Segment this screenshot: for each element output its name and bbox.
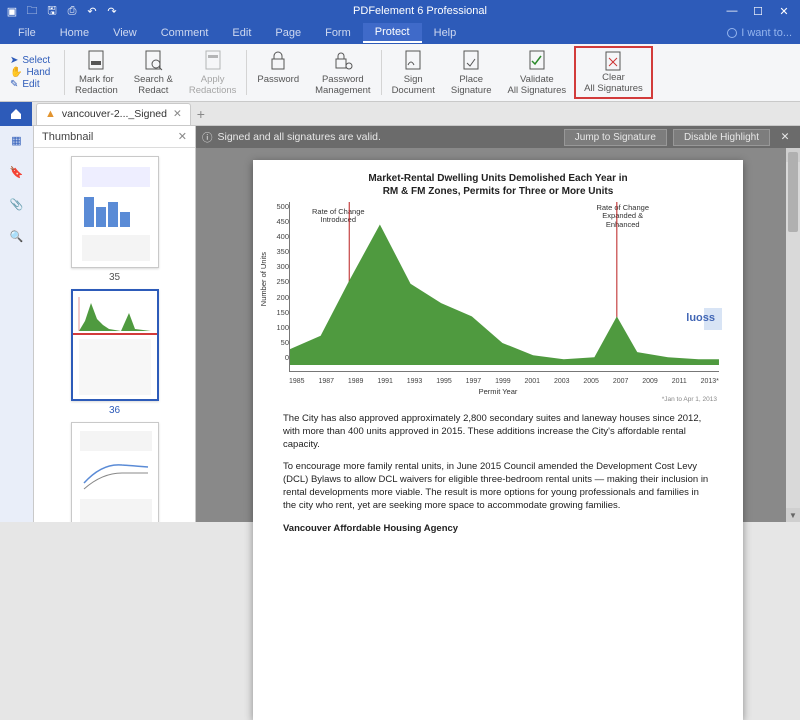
chart-title: Market-Rental Dwelling Units Demolished … [253, 172, 743, 198]
paragraph-2: To encourage more family rental units, i… [283, 461, 713, 512]
window-title: PDFelement 6 Professional [120, 5, 720, 17]
scroll-down-icon[interactable]: ▼ [786, 508, 800, 522]
document-area: ⓘ Signed and all signatures are valid. J… [196, 126, 800, 522]
document-search-icon [142, 49, 164, 73]
select-tool[interactable]: ➤Select [10, 55, 62, 66]
mark-redaction-button[interactable]: Mark forRedaction [67, 46, 126, 99]
chart-plot: Rate of Change Introduced Rate of Change… [289, 202, 719, 372]
side-rail: ▦ 🔖 📎 🔍 [0, 126, 34, 522]
x-axis-ticks: 1985198719891991199319951997199920012003… [253, 376, 743, 385]
undo-icon[interactable]: ↶ [84, 3, 100, 19]
thumbnail-35[interactable]: 35 [71, 156, 159, 283]
edit-tool[interactable]: ✎Edit [10, 79, 62, 90]
signature-status: Signed and all signatures are valid. [218, 131, 381, 143]
menu-form[interactable]: Form [313, 24, 363, 42]
menu-help[interactable]: Help [422, 24, 469, 42]
chart: Number of Units 500450400350300250200150… [253, 198, 743, 376]
document-tab-bar: ▲ vancouver-2..._Signed ✕ + [0, 102, 800, 126]
thumbnail-header: Thumbnail ✕ [34, 126, 195, 148]
chart-footnote: *Jan to Apr 1, 2013 [253, 396, 743, 403]
open-icon[interactable]: 🗀 [24, 3, 40, 19]
search-redact-button[interactable]: Search &Redact [126, 46, 181, 99]
hand-icon: ✋ [10, 67, 22, 78]
minimize-button[interactable]: — [720, 3, 744, 19]
title-bar: ▣ 🗀 🖫 ⎙ ↶ ↷ PDFelement 6 Professional — … [0, 0, 800, 22]
x-axis-label: Permit Year [253, 387, 743, 396]
signature-bar: ⓘ Signed and all signatures are valid. J… [196, 126, 800, 148]
vertical-scrollbar[interactable]: ▲ ▼ [786, 148, 800, 522]
search-bulb-icon [727, 28, 737, 38]
menu-view[interactable]: View [101, 24, 149, 42]
info-icon: ⓘ [202, 130, 213, 145]
menu-home[interactable]: Home [48, 24, 101, 42]
sigbar-close-icon[interactable]: ✕ [776, 131, 794, 143]
document-apply-icon [202, 49, 224, 73]
save-icon[interactable]: 🖫 [44, 3, 60, 19]
workspace: ▦ 🔖 📎 🔍 Thumbnail ✕ 35 36 37 [0, 126, 800, 522]
selection-group: ➤Select ✋Hand ✎Edit [4, 46, 62, 99]
menu-edit[interactable]: Edit [220, 24, 263, 42]
y-axis-label: Number of Units [259, 252, 268, 306]
clear-signatures-button[interactable]: ClearAll Signatures [574, 46, 653, 99]
thumbnail-list[interactable]: 35 36 37 [34, 148, 195, 522]
cursor-icon: ➤ [10, 55, 18, 66]
maximize-button[interactable]: ☐ [746, 3, 770, 19]
apply-redactions-button: ApplyRedactions [181, 46, 245, 99]
sign-document-button[interactable]: SignDocument [384, 46, 443, 99]
thumbnails-icon[interactable]: ▦ [9, 132, 25, 148]
clear-sig-icon [602, 50, 624, 71]
attachments-icon[interactable]: 📎 [9, 196, 25, 212]
section-heading: Vancouver Affordable Housing Agency [283, 523, 713, 536]
menu-page[interactable]: Page [263, 24, 313, 42]
close-button[interactable]: ✕ [772, 3, 796, 19]
document-icon [85, 49, 107, 73]
lock-gear-icon [332, 49, 354, 73]
place-signature-button[interactable]: PlaceSignature [443, 46, 500, 99]
menu-comment[interactable]: Comment [149, 24, 221, 42]
warning-icon: ▲ [45, 108, 56, 120]
place-sig-icon [460, 49, 482, 73]
y-axis-ticks: 500450400350300250200150100500 [267, 202, 289, 362]
thumbnail-37[interactable]: 37 [71, 422, 159, 522]
search-panel-icon[interactable]: 🔍 [9, 228, 25, 244]
document-tab[interactable]: ▲ vancouver-2..._Signed ✕ [36, 103, 191, 125]
password-button[interactable]: Password [249, 46, 307, 99]
home-tab-button[interactable] [0, 102, 32, 126]
thumbnail-36[interactable]: 36 [71, 289, 159, 416]
print-icon[interactable]: ⎙ [64, 3, 80, 19]
thumbnail-close-icon[interactable]: ✕ [178, 130, 187, 143]
app-icon: ▣ [4, 3, 20, 19]
thumbnail-panel: Thumbnail ✕ 35 36 37 [34, 126, 196, 522]
menu-bar: File Home View Comment Edit Page Form Pr… [0, 22, 800, 44]
tab-close-icon[interactable]: ✕ [173, 108, 182, 120]
quick-access-toolbar: ▣ 🗀 🖫 ⎙ ↶ ↷ [4, 3, 120, 19]
menu-protect[interactable]: Protect [363, 23, 422, 43]
pdf-page: Market-Rental Dwelling Units Demolished … [253, 160, 743, 720]
hand-tool[interactable]: ✋Hand [10, 67, 62, 78]
pencil-icon: ✎ [10, 79, 18, 90]
jump-signature-button[interactable]: Jump to Signature [564, 129, 667, 146]
disable-highlight-button[interactable]: Disable Highlight [673, 129, 770, 146]
ribbon-protect: ➤Select ✋Hand ✎Edit Mark forRedaction Se… [0, 44, 800, 102]
password-mgmt-button[interactable]: PasswordManagement [307, 46, 378, 99]
paragraph-1: The City has also approved approximately… [283, 413, 713, 451]
page-body: The City has also approved approximately… [253, 403, 743, 536]
scroll-thumb[interactable] [788, 152, 798, 232]
new-tab-button[interactable]: + [197, 106, 205, 122]
lock-icon [267, 49, 289, 73]
validate-signatures-button[interactable]: ValidateAll Signatures [500, 46, 575, 99]
bookmarks-icon[interactable]: 🔖 [9, 164, 25, 180]
redo-icon[interactable]: ↷ [104, 3, 120, 19]
tab-label: vancouver-2..._Signed [62, 108, 167, 120]
menu-file[interactable]: File [6, 24, 48, 42]
sign-icon [402, 49, 424, 73]
tell-me-search[interactable]: I want to... [727, 27, 792, 39]
home-icon [9, 107, 23, 121]
validate-icon [526, 49, 548, 73]
